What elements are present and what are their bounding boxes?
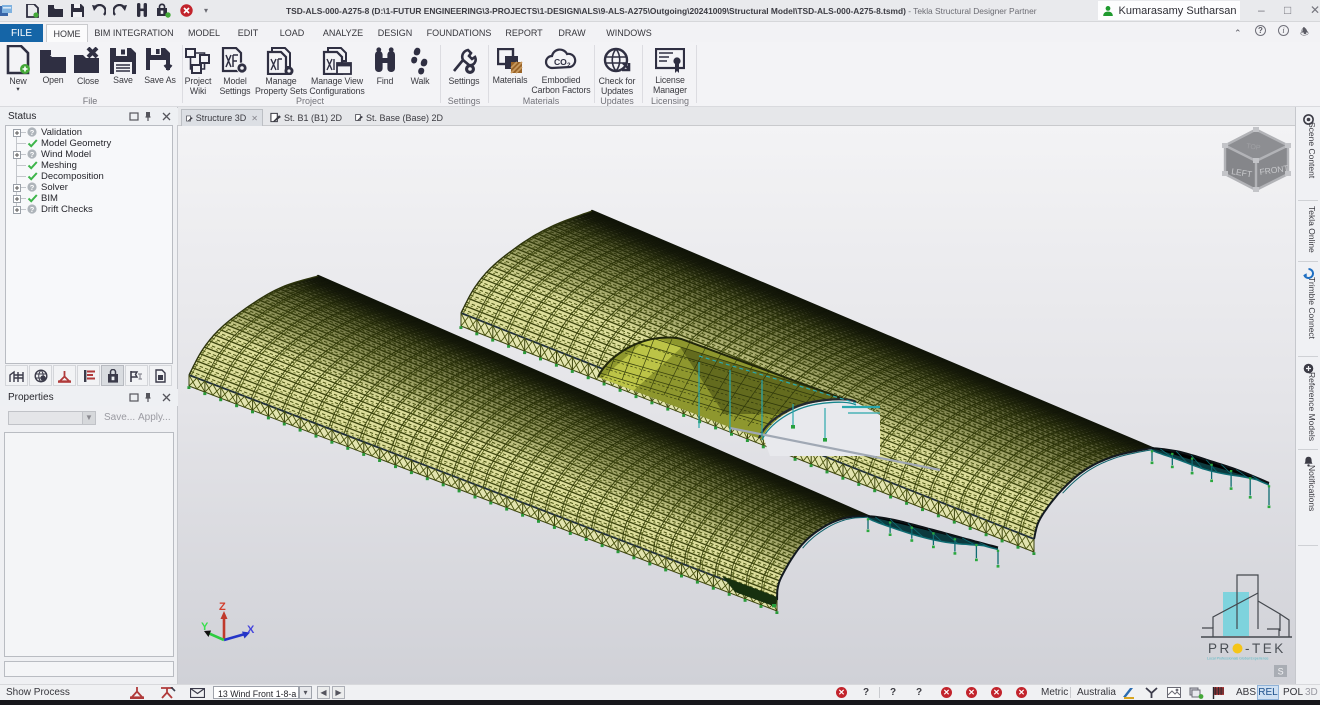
svg-text:X: X: [247, 624, 255, 636]
svg-text:2: 2: [567, 62, 571, 69]
svg-text:-TEK: -TEK: [1245, 641, 1286, 656]
svg-text:?: ?: [30, 128, 35, 137]
svg-text:Y: Y: [201, 621, 209, 633]
svg-text:?: ?: [30, 183, 35, 192]
svg-text:Z: Z: [219, 601, 226, 613]
svg-text:S: S: [1278, 667, 1284, 677]
svg-text:PR: PR: [1208, 641, 1232, 656]
svg-text:?: ?: [30, 150, 35, 159]
svg-text:Local Professionals Global E: Local Professionals Global Experience: [1207, 657, 1269, 661]
svg-text:?: ?: [30, 205, 35, 214]
svg-text:CO: CO: [554, 57, 567, 67]
